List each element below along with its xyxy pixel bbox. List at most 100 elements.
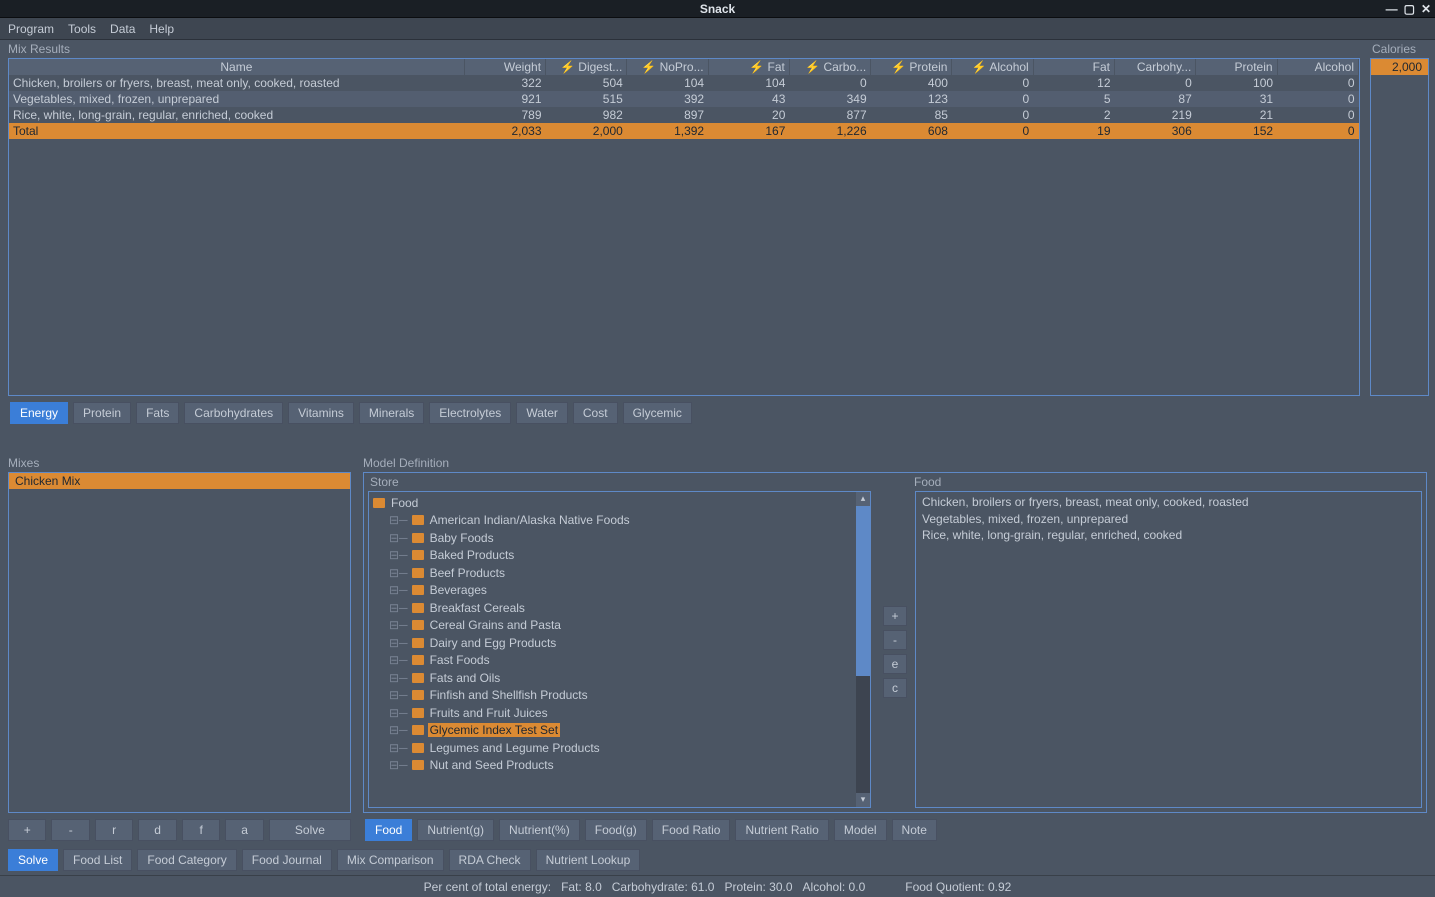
folder-icon bbox=[412, 690, 424, 700]
bottom-tab-mix-comparison[interactable]: Mix Comparison bbox=[337, 849, 444, 871]
tree-btn--[interactable]: - bbox=[883, 630, 907, 650]
tree-item[interactable]: ⊟─Nut and Seed Products bbox=[369, 757, 870, 775]
mix-btn--[interactable]: - bbox=[51, 819, 89, 841]
food-tab-note[interactable]: Note bbox=[892, 819, 937, 841]
bottom-tab-food-list[interactable]: Food List bbox=[63, 849, 132, 871]
col-header[interactable]: ⚡ Carbo... bbox=[789, 59, 870, 75]
mixes-label: Mixes bbox=[2, 456, 45, 470]
tab-vitamins[interactable]: Vitamins bbox=[288, 402, 354, 424]
calories-label: Calories bbox=[1366, 42, 1433, 56]
tree-btn-+[interactable]: + bbox=[883, 606, 907, 626]
energy-tabs: EnergyProteinFatsCarbohydratesVitaminsMi… bbox=[2, 398, 1366, 428]
food-tab-foodg[interactable]: Food(g) bbox=[585, 819, 647, 841]
status-fq: Food Quotient: 0.92 bbox=[905, 880, 1011, 894]
col-header[interactable]: ⚡ Protein bbox=[871, 59, 952, 75]
col-header[interactable]: Name bbox=[9, 59, 464, 75]
tree-item[interactable]: ⊟─Beverages bbox=[369, 582, 870, 600]
tab-protein[interactable]: Protein bbox=[73, 402, 131, 424]
food-tab-nutrient[interactable]: Nutrient(%) bbox=[499, 819, 580, 841]
col-header[interactable]: Fat bbox=[1033, 59, 1114, 75]
scroll-up-icon[interactable]: ▴ bbox=[856, 492, 870, 506]
tree-btn-e[interactable]: e bbox=[883, 654, 907, 674]
tab-water[interactable]: Water bbox=[516, 402, 568, 424]
tree-item[interactable]: ⊟─Beef Products bbox=[369, 564, 870, 582]
calories-value[interactable]: 2,000 bbox=[1371, 59, 1428, 75]
tree-item[interactable]: ⊟─Fast Foods bbox=[369, 652, 870, 670]
menu-help[interactable]: Help bbox=[149, 22, 174, 36]
food-tab-food[interactable]: Food bbox=[365, 819, 412, 841]
tree-item[interactable]: ⊟─Fruits and Fruit Juices bbox=[369, 704, 870, 722]
mix-results-label: Mix Results bbox=[2, 42, 76, 56]
tab-cost[interactable]: Cost bbox=[573, 402, 618, 424]
food-item[interactable]: Rice, white, long-grain, regular, enrich… bbox=[922, 527, 1415, 544]
folder-icon bbox=[412, 620, 424, 630]
bottom-tab-nutrient-lookup[interactable]: Nutrient Lookup bbox=[536, 849, 641, 871]
mix-btn-r[interactable]: r bbox=[95, 819, 133, 841]
bottom-tab-food-journal[interactable]: Food Journal bbox=[242, 849, 332, 871]
menu-data[interactable]: Data bbox=[110, 22, 135, 36]
folder-icon bbox=[412, 708, 424, 718]
tree-item[interactable]: ⊟─Baby Foods bbox=[369, 529, 870, 547]
col-header[interactable]: ⚡ Alcohol bbox=[952, 59, 1033, 75]
food-item[interactable]: Chicken, broilers or fryers, breast, mea… bbox=[922, 494, 1415, 511]
mix-btn-d[interactable]: d bbox=[138, 819, 176, 841]
tree-btn-c[interactable]: c bbox=[883, 678, 907, 698]
tab-minerals[interactable]: Minerals bbox=[359, 402, 424, 424]
col-header[interactable]: ⚡ NoPro... bbox=[627, 59, 708, 75]
col-header[interactable]: Protein bbox=[1196, 59, 1277, 75]
tree-item[interactable]: ⊟─Legumes and Legume Products bbox=[369, 739, 870, 757]
tree-item[interactable]: ⊟─Baked Products bbox=[369, 547, 870, 565]
bottom-tab-rda-check[interactable]: RDA Check bbox=[449, 849, 531, 871]
col-header[interactable]: ⚡ Fat bbox=[708, 59, 789, 75]
mixes-buttons: +-rdfa Solve bbox=[2, 815, 357, 845]
mix-btn-+[interactable]: + bbox=[8, 819, 46, 841]
maximize-icon[interactable]: ▢ bbox=[1404, 2, 1415, 16]
tree-item[interactable]: ⊟─Cereal Grains and Pasta bbox=[369, 617, 870, 635]
tab-glycemic[interactable]: Glycemic bbox=[623, 402, 692, 424]
mix-btn-a[interactable]: a bbox=[225, 819, 263, 841]
food-tab-nutrientg[interactable]: Nutrient(g) bbox=[417, 819, 494, 841]
tree-item[interactable]: ⊟─Glycemic Index Test Set bbox=[369, 722, 870, 740]
scroll-thumb[interactable] bbox=[856, 506, 870, 676]
store-tree[interactable]: Food⊟─American Indian/Alaska Native Food… bbox=[368, 491, 871, 808]
tree-item[interactable]: ⊟─American Indian/Alaska Native Foods bbox=[369, 512, 870, 530]
folder-icon bbox=[412, 638, 424, 648]
tree-scrollbar[interactable]: ▴ ▾ bbox=[856, 492, 870, 807]
minimize-icon[interactable]: — bbox=[1386, 2, 1398, 16]
col-header[interactable]: Alcohol bbox=[1277, 59, 1358, 75]
scroll-down-icon[interactable]: ▾ bbox=[856, 793, 870, 807]
mix-item[interactable]: Chicken Mix bbox=[9, 473, 350, 489]
tree-item[interactable]: ⊟─Breakfast Cereals bbox=[369, 599, 870, 617]
table-row[interactable]: Rice, white, long-grain, regular, enrich… bbox=[9, 107, 1359, 123]
mix-btn-f[interactable]: f bbox=[182, 819, 220, 841]
tab-carbohydrates[interactable]: Carbohydrates bbox=[184, 402, 283, 424]
tree-item[interactable]: ⊟─Dairy and Egg Products bbox=[369, 634, 870, 652]
status-alcohol: Alcohol: 0.0 bbox=[803, 880, 866, 894]
food-panel[interactable]: Chicken, broilers or fryers, breast, mea… bbox=[915, 491, 1422, 808]
menu-tools[interactable]: Tools bbox=[68, 22, 96, 36]
col-header[interactable]: Weight bbox=[464, 59, 545, 75]
table-row[interactable]: Chicken, broilers or fryers, breast, mea… bbox=[9, 75, 1359, 91]
folder-icon bbox=[412, 515, 424, 525]
folder-icon bbox=[373, 498, 385, 508]
food-tab-nutrientratio[interactable]: Nutrient Ratio bbox=[735, 819, 828, 841]
food-tab-model[interactable]: Model bbox=[834, 819, 887, 841]
food-item[interactable]: Vegetables, mixed, frozen, unprepared bbox=[922, 511, 1415, 528]
tab-fats[interactable]: Fats bbox=[136, 402, 179, 424]
tree-item[interactable]: Food bbox=[369, 494, 870, 512]
tab-electrolytes[interactable]: Electrolytes bbox=[429, 402, 511, 424]
food-tab-foodratio[interactable]: Food Ratio bbox=[652, 819, 731, 841]
table-row[interactable]: Vegetables, mixed, frozen, unprepared921… bbox=[9, 91, 1359, 107]
tree-item[interactable]: ⊟─Finfish and Shellfish Products bbox=[369, 687, 870, 705]
mix-btn-solve[interactable]: Solve bbox=[269, 819, 351, 841]
col-header[interactable]: Carbohy... bbox=[1115, 59, 1196, 75]
close-icon[interactable]: ✕ bbox=[1421, 2, 1431, 16]
tree-item[interactable]: ⊟─Fats and Oils bbox=[369, 669, 870, 687]
tab-energy[interactable]: Energy bbox=[10, 402, 68, 424]
bottom-tab-food-category[interactable]: Food Category bbox=[137, 849, 236, 871]
col-header[interactable]: ⚡ Digest... bbox=[546, 59, 627, 75]
bottom-tab-solve[interactable]: Solve bbox=[8, 849, 58, 871]
mixes-panel: Chicken Mix bbox=[8, 472, 351, 813]
folder-icon bbox=[412, 550, 424, 560]
menu-program[interactable]: Program bbox=[8, 22, 54, 36]
